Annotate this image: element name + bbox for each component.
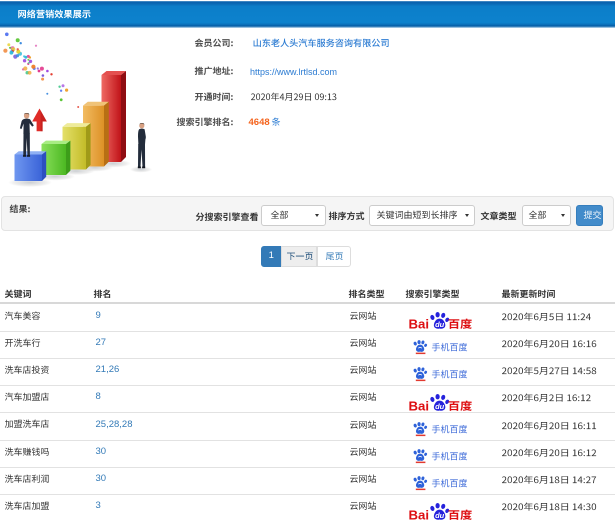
svg-text:Bai: Bai — [409, 398, 430, 412]
svg-text:Bai: Bai — [409, 507, 430, 521]
svg-text:Bai: Bai — [409, 317, 430, 331]
